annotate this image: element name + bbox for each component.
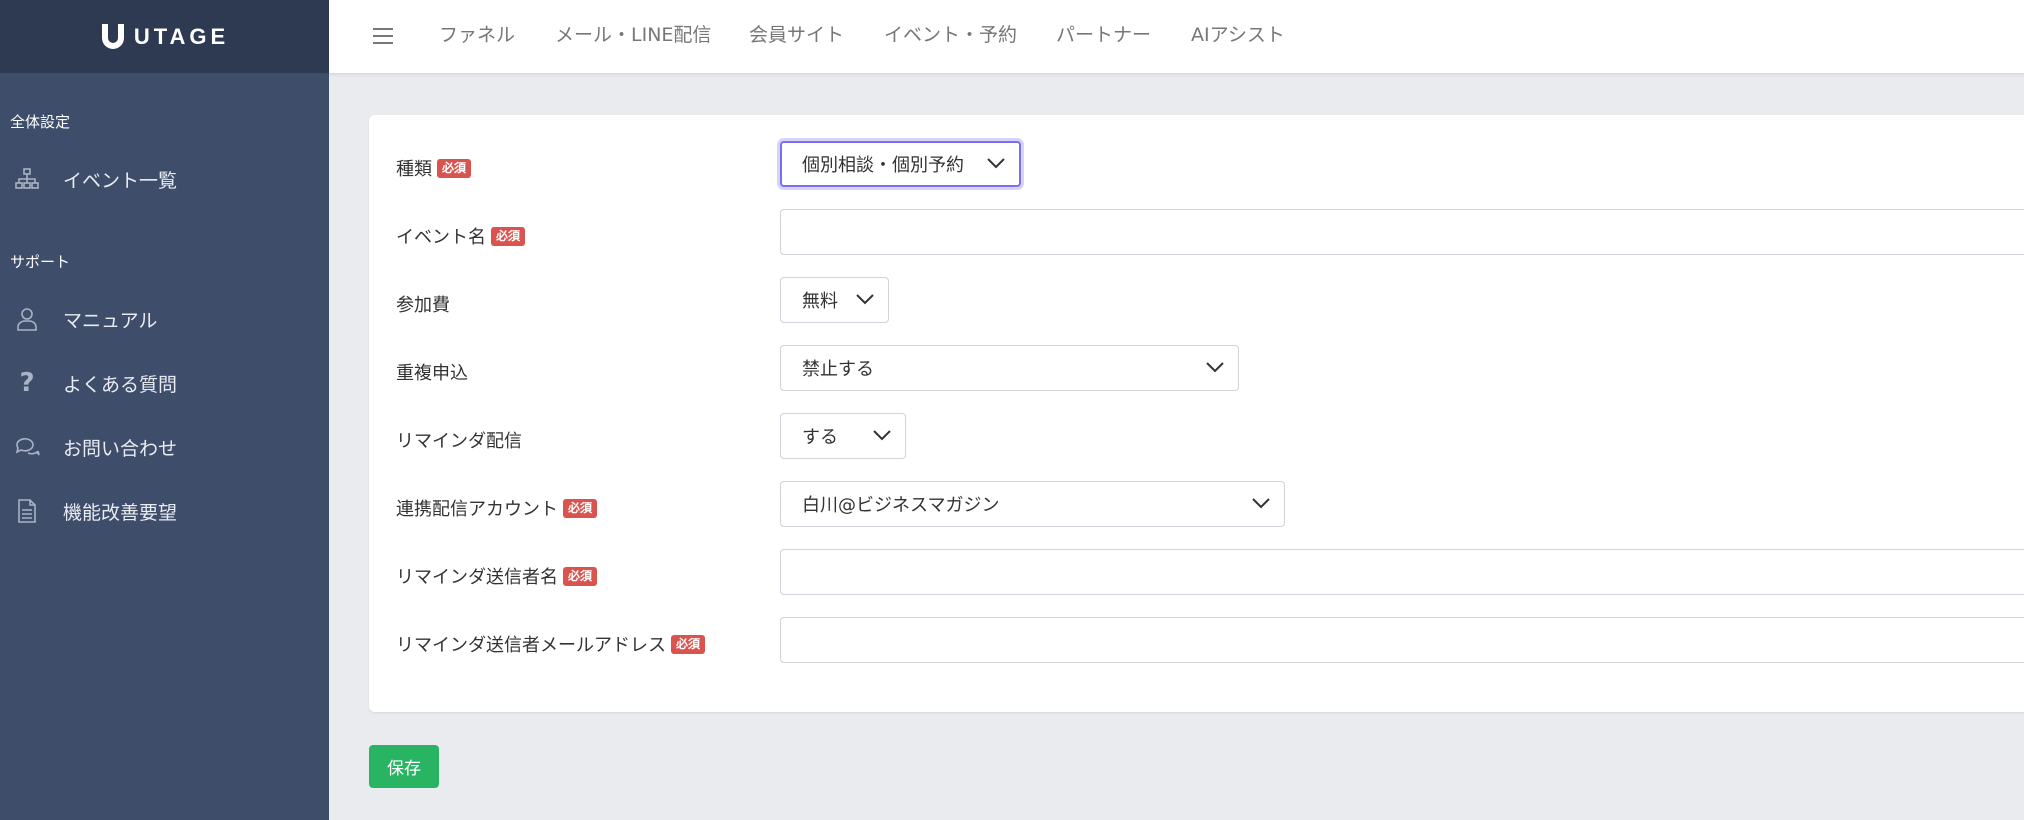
nav-member-site[interactable]: 会員サイト [749, 0, 844, 73]
required-badge: 必須 [563, 498, 598, 518]
chevron-down-icon [873, 430, 891, 441]
nav-ai-assist[interactable]: AIアシスト [1191, 0, 1285, 73]
chevron-down-icon [987, 158, 1005, 169]
required-badge: 必須 [491, 226, 526, 246]
sidebar-item-label: マニュアル [63, 309, 158, 332]
sidebar-item-label: お問い合わせ [63, 437, 178, 460]
sender-name-label: リマインダ送信者名 必須 [396, 563, 598, 589]
sender-email-label-text: リマインダ送信者メールアドレス [396, 635, 666, 656]
duplicate-label: 重複申込 [396, 359, 468, 385]
sidebar-item-label: 機能改善要望 [63, 501, 178, 524]
sidebar-item-event-list[interactable]: イベント一覧 [0, 151, 329, 207]
logo[interactable]: UTAGE [100, 22, 229, 52]
fee-select-value: 無料 [802, 291, 838, 312]
reminder-select[interactable]: する [780, 413, 906, 459]
type-select-value: 個別相談・個別予約 [802, 155, 964, 176]
nav-mail-line[interactable]: メール・LINE配信 [555, 0, 711, 73]
user-icon [14, 306, 40, 332]
sender-name-label-text: リマインダ送信者名 [396, 567, 558, 588]
sidebar-section-global: 全体設定 [10, 113, 71, 131]
reminder-label-text: リマインダ配信 [396, 431, 522, 452]
sender-name-input[interactable] [780, 549, 2024, 595]
fee-label: 参加費 [396, 291, 450, 317]
chevron-down-icon [1252, 498, 1270, 509]
sender-email-input[interactable] [780, 617, 2024, 663]
account-select-value: 白川@ビジネスマガジン [802, 495, 1000, 516]
required-badge: 必須 [563, 566, 598, 586]
nav-partner[interactable]: パートナー [1056, 0, 1151, 73]
sidebar-section-support: サポート [10, 253, 71, 271]
event-name-label: イベント名 必須 [396, 223, 526, 249]
nav-event-booking[interactable]: イベント・予約 [884, 0, 1017, 73]
save-button[interactable]: 保存 [369, 745, 439, 788]
type-label-text: 種類 [396, 159, 432, 180]
utage-logo-icon [101, 23, 124, 49]
logo-text: UTAGE [133, 23, 230, 49]
sidebar-item-label: よくある質問 [63, 373, 178, 396]
reminder-select-value: する [802, 427, 838, 448]
sidebar-item-contact[interactable]: お問い合わせ [0, 419, 329, 475]
document-icon [14, 498, 40, 524]
account-label: 連携配信アカウント 必須 [396, 495, 598, 521]
event-name-input[interactable] [780, 209, 2024, 255]
reminder-label: リマインダ配信 [396, 427, 522, 453]
required-badge: 必須 [437, 158, 472, 178]
sitemap-icon [14, 166, 40, 192]
duplicate-select-value: 禁止する [802, 359, 874, 380]
fee-select[interactable]: 無料 [780, 277, 889, 323]
chevron-down-icon [856, 294, 874, 305]
logo-bar: UTAGE [0, 0, 329, 73]
menu-toggle-icon[interactable] [373, 26, 395, 46]
sidebar-item-manual[interactable]: マニュアル [0, 291, 329, 347]
sidebar-item-feature-request[interactable]: 機能改善要望 [0, 483, 329, 539]
sidebar-item-faq[interactable]: ? よくある質問 [0, 355, 329, 411]
type-select[interactable]: 個別相談・個別予約 [780, 141, 1021, 187]
nav-funnel[interactable]: ファネル [439, 0, 515, 73]
event-name-label-text: イベント名 [396, 227, 486, 248]
question-icon: ? [19, 368, 35, 398]
event-form-card: 種類 必須 個別相談・個別予約 イベント名 必須 参加費 無料 重複申込 禁止す… [369, 115, 2024, 712]
sidebar: UTAGE 全体設定 イベント一覧 サポート マニュアル ? よくある質問 お問… [0, 0, 329, 820]
chat-icon [14, 434, 40, 460]
account-select[interactable]: 白川@ビジネスマガジン [780, 481, 1285, 527]
sender-email-label: リマインダ送信者メールアドレス 必須 [396, 631, 706, 657]
top-navbar: ファネル メール・LINE配信 会員サイト イベント・予約 パートナー AIアシ… [329, 0, 2024, 74]
duplicate-label-text: 重複申込 [396, 363, 468, 384]
fee-label-text: 参加費 [396, 295, 450, 316]
duplicate-select[interactable]: 禁止する [780, 345, 1239, 391]
sidebar-item-label: イベント一覧 [63, 169, 178, 192]
account-label-text: 連携配信アカウント [396, 499, 558, 520]
chevron-down-icon [1206, 362, 1224, 373]
type-label: 種類 必須 [396, 155, 472, 181]
required-badge: 必須 [671, 634, 706, 654]
